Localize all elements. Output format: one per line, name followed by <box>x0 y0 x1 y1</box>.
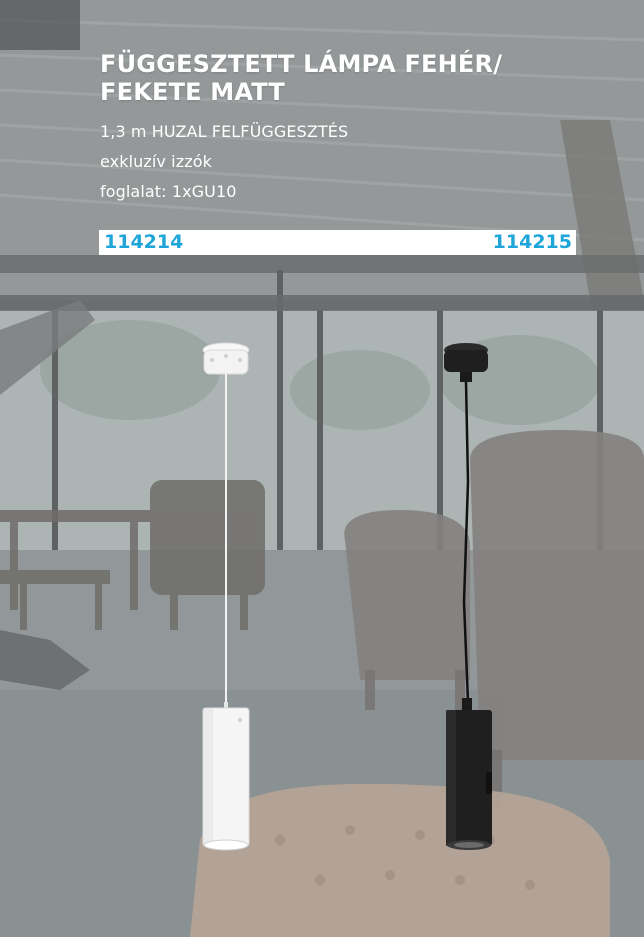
white-pendant-lamp-icon <box>202 342 250 851</box>
black-pendant-lamp-icon <box>444 343 492 850</box>
spec-bulbs: exkluzív izzók <box>100 152 212 171</box>
product-title-line-1: FÜGGESZTETT LÁMPA FEHÉR/ <box>100 50 503 78</box>
product-title-line-2: FEKETE MATT <box>100 78 285 106</box>
spec-socket: foglalat: 1xGU10 <box>100 182 237 201</box>
product-code-white: 114214 <box>104 231 184 253</box>
catalog-page: FÜGGESZTETT LÁMPA FEHÉR/ FEKETE MATT 1,3… <box>0 0 644 937</box>
product-code-black: 114215 <box>492 231 572 253</box>
spec-cable-length: 1,3 m HUZAL FELFÜGGESZTÉS <box>100 122 349 141</box>
product-code-bar: 114214 114215 <box>99 230 576 255</box>
product-spec-list: 1,3 m HUZAL FELFÜGGESZTÉS exkluzív izzók… <box>100 117 348 207</box>
product-title: FÜGGESZTETT LÁMPA FEHÉR/ FEKETE MATT <box>100 50 620 106</box>
